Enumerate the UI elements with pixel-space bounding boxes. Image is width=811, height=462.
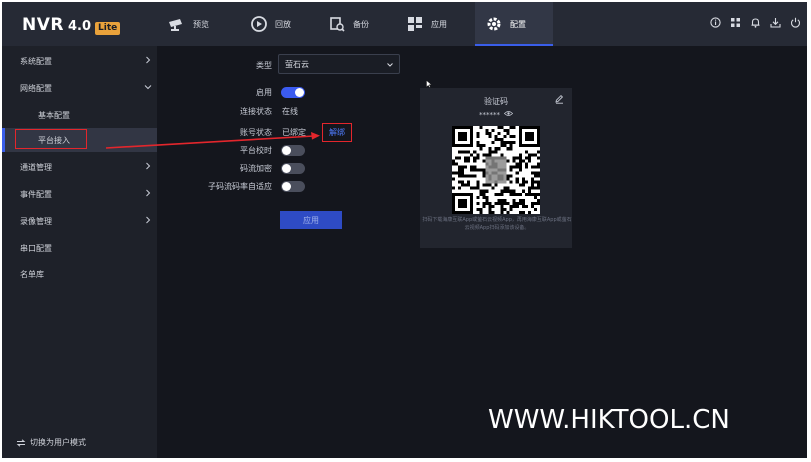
annotation-arrow xyxy=(105,132,320,149)
watermark: WWW.HIKTOOL.CN xyxy=(488,405,730,435)
app-window: NVR 4.0 Lite 预览 回放 备份 应用 配置 系统配置 网络配置 基本… xyxy=(2,2,807,458)
